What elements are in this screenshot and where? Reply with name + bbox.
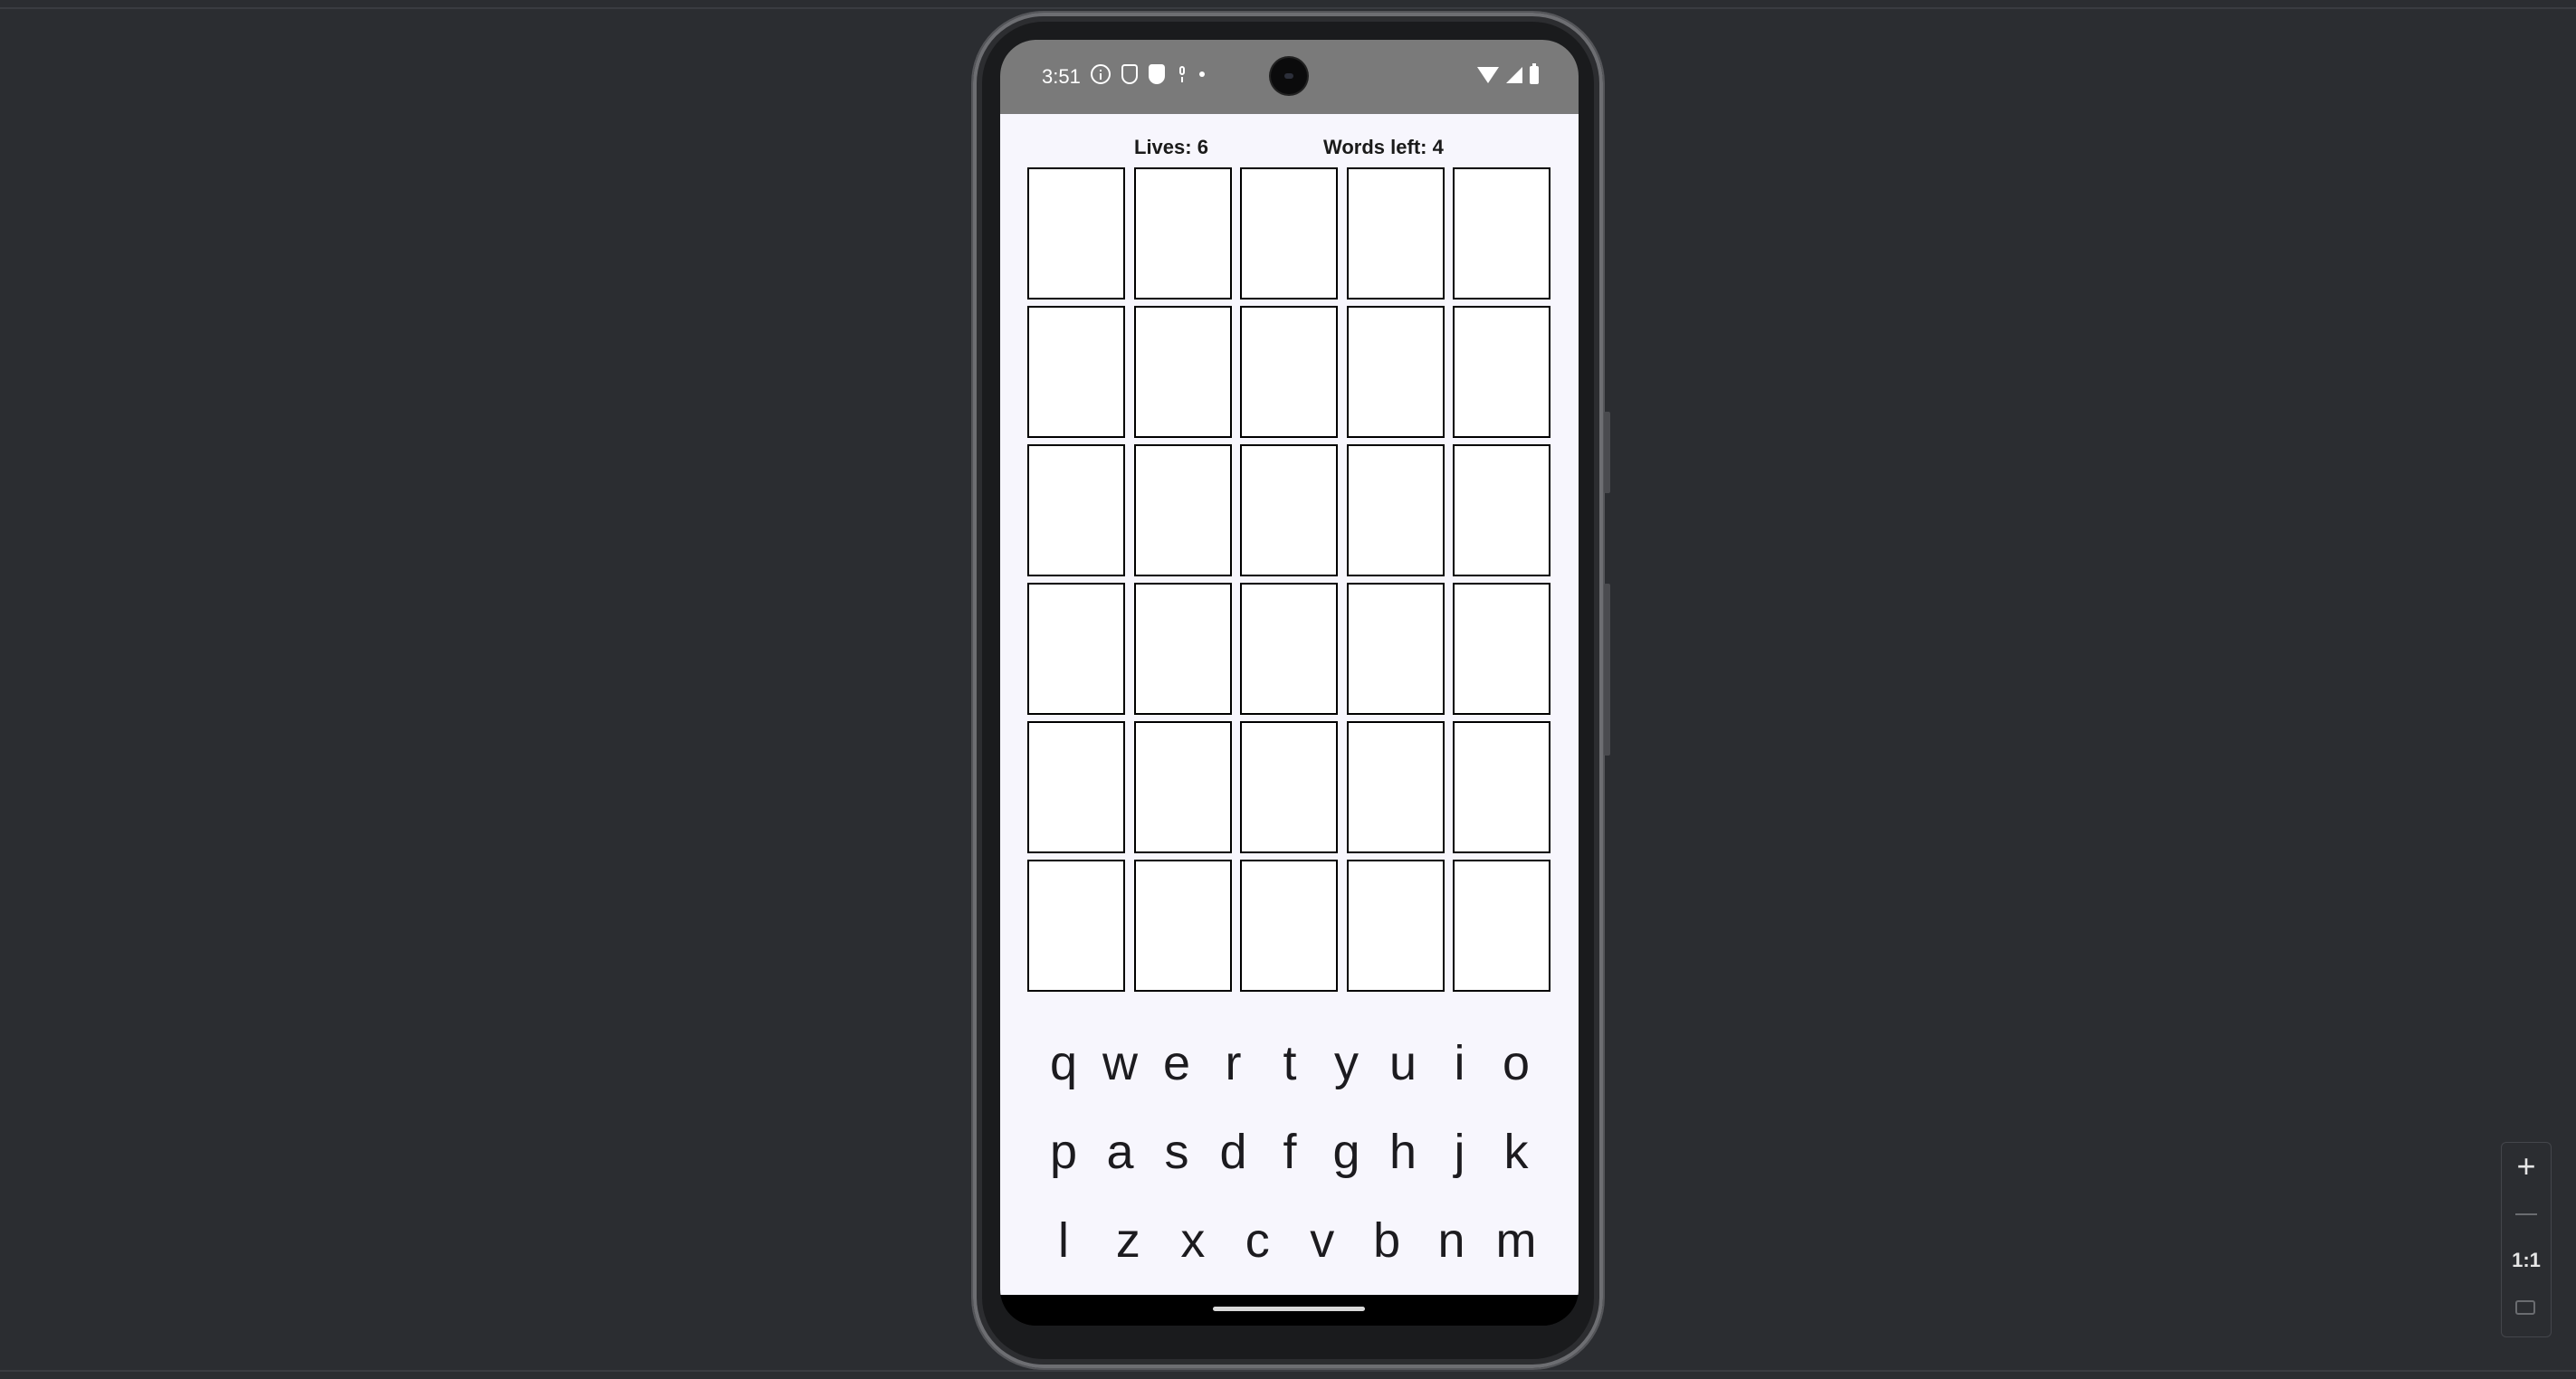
- keyboard-row: pasdfghjk: [1036, 1108, 1543, 1196]
- key-p[interactable]: p: [1036, 1127, 1091, 1176]
- grid-cell: [1346, 167, 1445, 300]
- grid-cell: [1240, 306, 1338, 438]
- key-l[interactable]: l: [1036, 1216, 1091, 1265]
- camera-cutout: [1271, 58, 1307, 94]
- grid-cell: [1346, 860, 1445, 992]
- keyboard-row: lzxcvbnm: [1036, 1196, 1543, 1285]
- status-right-icons: [1477, 63, 1539, 84]
- grid-cell: [1346, 306, 1445, 438]
- key-u[interactable]: u: [1376, 1039, 1430, 1088]
- grid-cell: [1240, 583, 1338, 715]
- key-f[interactable]: f: [1263, 1127, 1317, 1176]
- grid-cell: [1027, 306, 1125, 438]
- grid-cell: [1027, 583, 1125, 715]
- grid-cell: [1453, 583, 1550, 715]
- grid-cell: [1133, 721, 1232, 853]
- signal-icon: [1506, 67, 1522, 83]
- key-g[interactable]: g: [1320, 1127, 1374, 1176]
- words-left-counter: Words left: 4: [1323, 136, 1444, 158]
- grid-cell: [1453, 860, 1550, 992]
- shield-solid-icon: [1149, 64, 1165, 84]
- keyboard-row: qwertyuio: [1036, 1019, 1543, 1108]
- word-game-app: Lives: 6 Words left: 4 qwertyuiopasdfghj…: [1000, 114, 1579, 1295]
- grid-cell: [1027, 860, 1125, 992]
- key-s[interactable]: s: [1150, 1127, 1204, 1176]
- key-e[interactable]: e: [1150, 1039, 1204, 1088]
- grid-cell: [1133, 306, 1232, 438]
- window-top-divider: [0, 7, 2576, 9]
- power-button[interactable]: [1604, 412, 1610, 493]
- key-b[interactable]: b: [1360, 1216, 1414, 1265]
- key-a[interactable]: a: [1093, 1127, 1148, 1176]
- shield-icon: [1121, 64, 1138, 84]
- key-y[interactable]: y: [1320, 1039, 1374, 1088]
- key-x[interactable]: x: [1166, 1216, 1220, 1265]
- key-d[interactable]: d: [1207, 1127, 1261, 1176]
- key-v[interactable]: v: [1295, 1216, 1350, 1265]
- grid-cell: [1453, 444, 1550, 576]
- zoom-reset-button[interactable]: 1:1: [2502, 1237, 2551, 1284]
- grid-cell: [1027, 444, 1125, 576]
- grid-cell: [1453, 721, 1550, 853]
- grid-cell: [1027, 167, 1125, 300]
- key-h[interactable]: h: [1376, 1127, 1430, 1176]
- lives-counter: Lives: 6: [1134, 136, 1208, 158]
- key-q[interactable]: q: [1036, 1039, 1091, 1088]
- info-icon: [1091, 64, 1111, 84]
- battery-icon: [1530, 63, 1539, 84]
- key-r[interactable]: r: [1207, 1039, 1261, 1088]
- zoom-out-button[interactable]: [2502, 1190, 2551, 1237]
- wifi-icon: [1477, 67, 1499, 83]
- grid-cell: [1133, 167, 1232, 300]
- key-z[interactable]: z: [1101, 1216, 1155, 1265]
- letter-grid: [1027, 167, 1550, 992]
- grid-cell: [1240, 167, 1338, 300]
- grid-cell: [1240, 860, 1338, 992]
- grid-cell: [1346, 444, 1445, 576]
- game-header: Lives: 6 Words left: 4: [1000, 136, 1579, 163]
- volume-button[interactable]: [1604, 584, 1610, 756]
- navigation-bar: [1000, 1295, 1579, 1326]
- grid-cell: [1240, 444, 1338, 576]
- status-time: 3:51: [1042, 65, 1081, 88]
- grid-cell: [1133, 583, 1232, 715]
- key-k[interactable]: k: [1489, 1127, 1543, 1176]
- grid-cell: [1133, 444, 1232, 576]
- key-o[interactable]: o: [1489, 1039, 1543, 1088]
- key-t[interactable]: t: [1263, 1039, 1317, 1088]
- grid-cell: [1346, 721, 1445, 853]
- key-c[interactable]: c: [1230, 1216, 1284, 1265]
- key-j[interactable]: j: [1433, 1127, 1487, 1176]
- grid-cell: [1133, 860, 1232, 992]
- grid-cell: [1453, 167, 1550, 300]
- key-n[interactable]: n: [1425, 1216, 1479, 1265]
- grid-cell: [1027, 721, 1125, 853]
- emulator-zoom-panel: + 1:1: [2501, 1142, 2552, 1337]
- zoom-fit-button[interactable]: [2502, 1284, 2551, 1331]
- status-left-icons: [1091, 64, 1205, 84]
- status-bar: 3:51: [1000, 40, 1579, 114]
- device-screen: 3:51 Lives: 6 Words left: 4 qwertyuiopas…: [1000, 40, 1579, 1326]
- dot-icon: [1199, 71, 1205, 77]
- mic-icon: [1176, 64, 1188, 82]
- key-w[interactable]: w: [1093, 1039, 1148, 1088]
- grid-cell: [1346, 583, 1445, 715]
- grid-cell: [1453, 306, 1550, 438]
- grid-cell: [1240, 721, 1338, 853]
- zoom-in-button[interactable]: +: [2502, 1143, 2551, 1190]
- letter-keyboard: qwertyuiopasdfghjklzxcvbnm: [1036, 1019, 1543, 1285]
- key-i[interactable]: i: [1433, 1039, 1487, 1088]
- key-m[interactable]: m: [1489, 1216, 1543, 1265]
- window-bottom-divider: [0, 1370, 2576, 1372]
- home-gesture-handle[interactable]: [1213, 1307, 1365, 1311]
